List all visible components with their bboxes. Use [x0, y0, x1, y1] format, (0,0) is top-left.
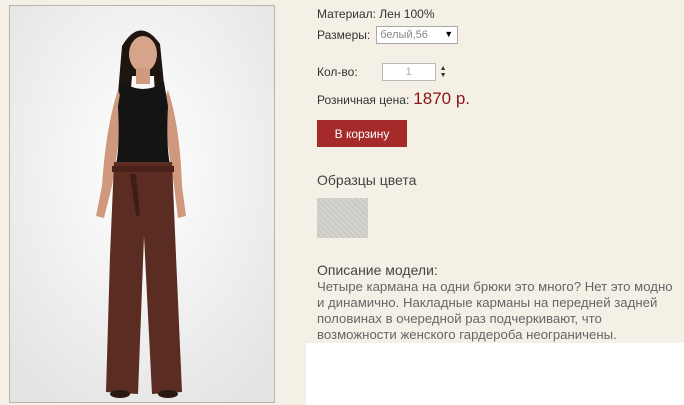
- product-photo: [9, 5, 275, 403]
- quantity-stepper[interactable]: ▲ ▼: [440, 65, 447, 79]
- material-text: Материал: Лен 100%: [317, 7, 435, 21]
- price-label: Розничная цена:: [317, 93, 410, 107]
- sizes-label: Размеры:: [317, 28, 371, 42]
- decrement-icon[interactable]: ▼: [440, 72, 447, 79]
- size-select[interactable]: белый,56 ▼: [376, 26, 459, 44]
- color-swatches-title: Образцы цвета: [317, 172, 417, 188]
- chevron-down-icon: ▼: [444, 29, 454, 39]
- price-value: 1870 р.: [413, 89, 471, 108]
- description-title: Описание модели:: [317, 262, 438, 278]
- description-text: Четыре кармана на одни брюки это много? …: [317, 279, 673, 342]
- price-row: Розничная цена: 1870 р.: [317, 89, 470, 109]
- quantity-label: Кол-во:: [317, 65, 358, 79]
- quantity-input[interactable]: 1: [381, 63, 436, 81]
- model-illustration: [10, 6, 274, 402]
- increment-icon[interactable]: ▲: [440, 65, 447, 72]
- add-to-cart-button[interactable]: В корзину: [317, 120, 407, 147]
- color-swatch[interactable]: [317, 198, 368, 238]
- sizes-row: Размеры: белый,56 ▼: [317, 26, 459, 44]
- quantity-row: Кол-во: 1 ▲ ▼: [317, 63, 447, 81]
- white-panel: [306, 343, 684, 405]
- size-select-value: белый,56: [380, 29, 428, 41]
